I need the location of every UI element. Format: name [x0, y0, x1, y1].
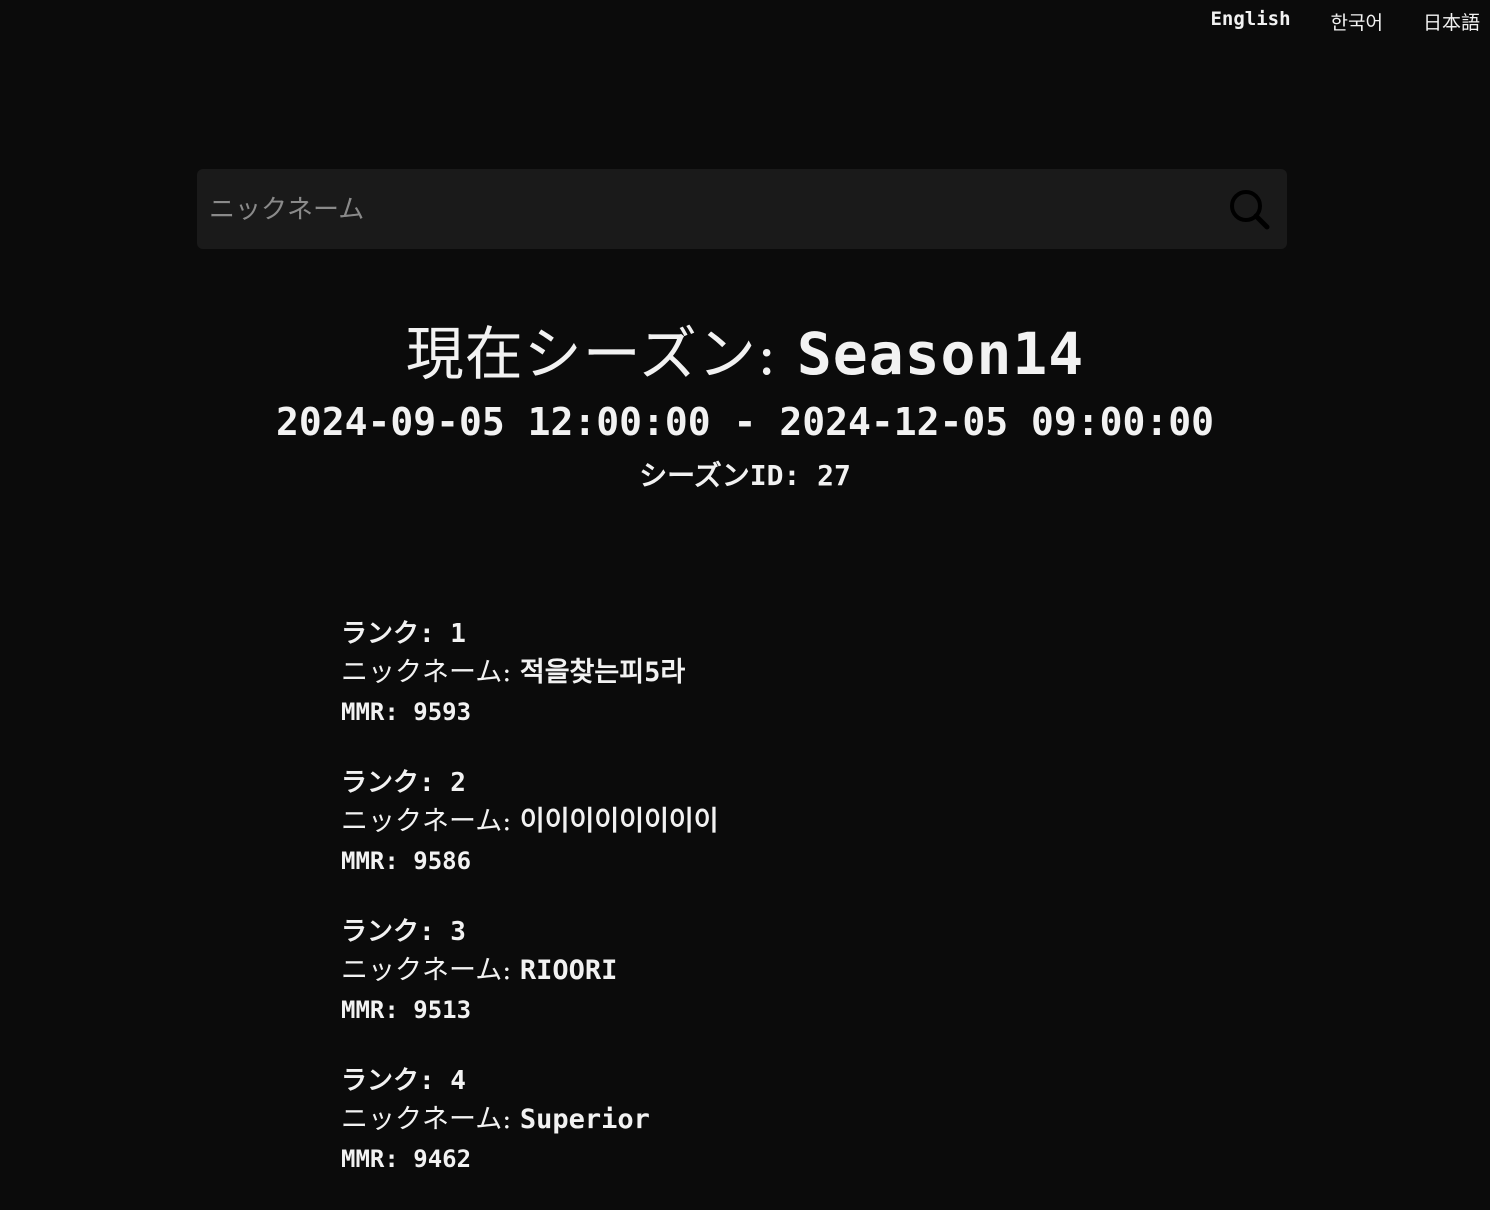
nickname-line: ニックネーム: RIOORI: [341, 952, 1141, 990]
season-title: 現在シーズン: Season14: [0, 318, 1490, 390]
mmr-label: MMR: 9513: [341, 996, 472, 1024]
season-title-prefix: 現在シーズン:: [405, 320, 797, 388]
nickname-label: ニックネーム:: [341, 955, 520, 986]
nickname-value: RIOORI: [519, 955, 618, 986]
nickname-label: ニックネーム:: [341, 1104, 520, 1135]
season-title-name: Season14: [796, 320, 1085, 388]
ranking-entry: ランク: 1 ニックネーム: 적을찾는피5라 MMR: 9593: [341, 614, 1141, 733]
nickname-value: 이이이이이이이이: [519, 806, 719, 837]
rank-label: ランク: 3: [341, 917, 466, 947]
ranking-entry: ランク: 3 ニックネーム: RIOORI MMR: 9513: [341, 912, 1141, 1031]
lang-japanese-link[interactable]: 日本語: [1423, 8, 1480, 35]
mmr-label: MMR: 9462: [341, 1145, 472, 1173]
lang-english-link[interactable]: English: [1210, 8, 1290, 35]
mmr-label: MMR: 9586: [341, 847, 472, 875]
ranking-entry: ランク: 4 ニックネーム: Superior MMR: 9462: [341, 1061, 1141, 1180]
search-input[interactable]: [207, 169, 1211, 251]
ranking-entry: ランク: 2 ニックネーム: 이이이이이이이이 MMR: 9586: [341, 763, 1141, 882]
nickname-line: ニックネーム: Superior: [341, 1101, 1141, 1139]
nickname-label: ニックネーム:: [341, 806, 520, 837]
rank-label: ランク: 1: [341, 619, 466, 649]
language-switcher: English 한국어 日本語: [1210, 8, 1480, 35]
nickname-line: ニックネーム: 이이이이이이이이: [341, 803, 1141, 841]
season-id: シーズンID: 27: [639, 459, 851, 492]
search-icon[interactable]: [1227, 187, 1273, 233]
nickname-value: Superior: [519, 1104, 650, 1135]
nickname-line: ニックネーム: 적을찾는피5라: [341, 654, 1141, 692]
season-dates: 2024-09-05 12:00:00 - 2024-12-05 09:00:0…: [276, 400, 1214, 444]
rank-label: ランク: 2: [341, 768, 466, 798]
lang-korean-link[interactable]: 한국어: [1331, 8, 1383, 35]
nickname-value: 적을찾는피5라: [519, 657, 686, 688]
ranking-list: ランク: 1 ニックネーム: 적을찾는피5라 MMR: 9593 ランク: 2 …: [341, 614, 1141, 1210]
rank-label: ランク: 4: [341, 1066, 466, 1096]
search-bar: [197, 169, 1287, 251]
nickname-label: ニックネーム:: [341, 657, 520, 688]
mmr-label: MMR: 9593: [341, 698, 472, 726]
season-header: 現在シーズン: Season14 2024-09-05 12:00:00 - 2…: [0, 318, 1490, 496]
